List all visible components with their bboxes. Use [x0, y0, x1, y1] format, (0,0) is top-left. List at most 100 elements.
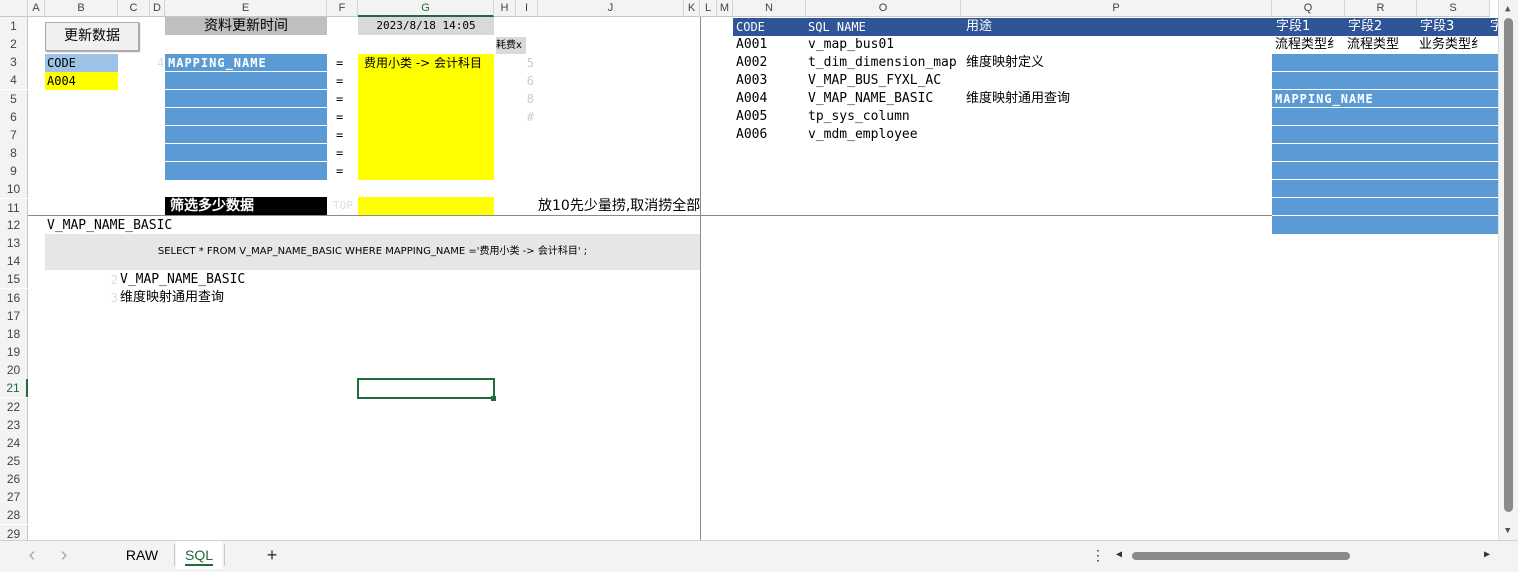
- column-header-l[interactable]: L: [700, 0, 717, 17]
- code-value-cell[interactable]: A004: [45, 72, 118, 90]
- table-cell-code[interactable]: A003: [736, 72, 767, 90]
- row-header-8[interactable]: 8: [0, 144, 28, 163]
- table-cell-purpose[interactable]: 维度映射通用查询: [966, 90, 1070, 108]
- equals-sign: =: [336, 128, 344, 142]
- row-header-5[interactable]: 5: [0, 89, 28, 108]
- scroll-left-icon[interactable]: ◀: [1116, 549, 1122, 560]
- column-header-m[interactable]: M: [717, 0, 733, 17]
- tab-sql-label: SQL: [184, 547, 213, 563]
- scroll-down-icon[interactable]: ▼: [1505, 526, 1510, 536]
- row-header-2[interactable]: 2: [0, 35, 28, 54]
- field1-value: 流程类型纟: [1275, 37, 1341, 52]
- tab-prev-icon[interactable]: ‹: [22, 541, 42, 569]
- column-header-c[interactable]: C: [118, 0, 150, 17]
- column-header-d[interactable]: D: [150, 0, 165, 17]
- row-header-20[interactable]: 20: [0, 361, 28, 380]
- column-header-b[interactable]: B: [45, 0, 118, 17]
- table-cell-code[interactable]: A002: [736, 54, 767, 72]
- column-header-o[interactable]: O: [806, 0, 961, 17]
- horizontal-scrollbar[interactable]: ◀ ▶: [1112, 544, 1498, 568]
- row-header-22[interactable]: 22: [0, 397, 28, 416]
- view-name: V_MAP_NAME_BASIC: [47, 218, 173, 233]
- filter-value-block[interactable]: 费用小类 -> 会计科目: [358, 54, 494, 180]
- pane-split-vertical[interactable]: [700, 17, 701, 540]
- table-cell-purpose[interactable]: 维度映射定义: [966, 54, 1044, 72]
- column-header-r[interactable]: R: [1345, 0, 1417, 17]
- row-header-1[interactable]: 1: [0, 17, 28, 35]
- update-data-button[interactable]: 更新数据: [45, 22, 139, 51]
- table-cell-code[interactable]: A005: [736, 108, 767, 126]
- equals-sign: =: [336, 56, 344, 70]
- vertical-scroll-thumb[interactable]: [1504, 18, 1513, 512]
- select-all-corner[interactable]: [0, 0, 28, 17]
- row-header-27[interactable]: 27: [0, 488, 28, 507]
- tab-next-icon[interactable]: ›: [54, 541, 74, 569]
- row-header-25[interactable]: 25: [0, 451, 28, 470]
- faint-index: 4: [156, 56, 164, 70]
- row-header-13[interactable]: 13: [0, 234, 28, 253]
- row-header-6[interactable]: 6: [0, 107, 28, 126]
- table-cell-sql-name[interactable]: tp_sys_column: [808, 108, 910, 126]
- column-header-f[interactable]: F: [327, 0, 358, 17]
- fill-handle[interactable]: [491, 396, 496, 401]
- column-header-h[interactable]: H: [494, 0, 516, 17]
- scroll-right-icon[interactable]: ▶: [1484, 549, 1490, 560]
- column-header-k[interactable]: K: [684, 0, 700, 17]
- table-cell-sql-name[interactable]: V_MAP_BUS_FYXL_AC: [808, 72, 941, 90]
- row-header-3[interactable]: 3: [0, 53, 28, 72]
- table-cell-sql-name[interactable]: V_MAP_NAME_BASIC: [808, 90, 933, 108]
- table-cell-code[interactable]: A006: [736, 126, 767, 144]
- faint-index: 5: [526, 56, 534, 70]
- top-count-input[interactable]: [358, 197, 494, 215]
- table-cell-code[interactable]: A001: [736, 36, 767, 54]
- column-header-n[interactable]: N: [733, 0, 806, 17]
- row-header-4[interactable]: 4: [0, 71, 28, 90]
- row-header-9[interactable]: 9: [0, 162, 28, 181]
- row-header-7[interactable]: 7: [0, 125, 28, 144]
- column-header-g[interactable]: G: [358, 0, 494, 17]
- tab-sql[interactable]: SQL: [176, 541, 222, 569]
- column-header-q[interactable]: Q: [1272, 0, 1345, 17]
- row-header-10[interactable]: 10: [0, 180, 28, 199]
- table-cell-code[interactable]: A004: [736, 90, 767, 108]
- filter-field-block[interactable]: MAPPING_NAME: [165, 54, 327, 180]
- scroll-up-icon[interactable]: ▲: [1505, 4, 1510, 14]
- vertical-scrollbar[interactable]: ▲ ▼: [1498, 0, 1518, 540]
- table-cell-sql-name[interactable]: v_mdm_employee: [808, 126, 918, 144]
- column-header-j[interactable]: J: [538, 0, 684, 17]
- sql-text-box[interactable]: SELECT * FROM V_MAP_NAME_BASIC WHERE MAP…: [45, 234, 700, 270]
- equals-sign: =: [336, 92, 344, 106]
- row-header-28[interactable]: 28: [0, 506, 28, 525]
- table-header-code: CODE: [736, 20, 765, 34]
- column-header-s[interactable]: S: [1417, 0, 1490, 17]
- top-count-note: 放10先少量捞,取消捞全部: [538, 198, 701, 214]
- horizontal-scroll-thumb[interactable]: [1132, 552, 1350, 560]
- column-header-a[interactable]: A: [28, 0, 45, 17]
- field3-value: 业务类型纟: [1419, 37, 1485, 52]
- row-header-18[interactable]: 18: [0, 324, 28, 343]
- table-header-field4: 字: [1490, 19, 1498, 34]
- row-header-14[interactable]: 14: [0, 252, 28, 271]
- row-header-26[interactable]: 26: [0, 470, 28, 489]
- selected-cell[interactable]: [357, 378, 495, 399]
- row-header-23[interactable]: 23: [0, 415, 28, 434]
- row-header-17[interactable]: 17: [0, 306, 28, 325]
- table-cell-sql-name[interactable]: t_dim_dimension_map: [808, 54, 957, 72]
- table-header-field3: 字段3: [1420, 19, 1455, 34]
- tab-raw[interactable]: RAW: [118, 541, 166, 569]
- row-header-15[interactable]: 15: [0, 270, 28, 289]
- row-header-11[interactable]: 11: [0, 198, 28, 217]
- row-header-24[interactable]: 24: [0, 433, 28, 452]
- column-header-p[interactable]: P: [961, 0, 1272, 17]
- row-header-21[interactable]: 21: [0, 379, 28, 398]
- more-options-icon[interactable]: ⋮: [1090, 541, 1106, 569]
- table-cell-sql-name[interactable]: v_map_bus01: [808, 36, 894, 54]
- add-sheet-button[interactable]: +: [260, 541, 284, 569]
- row-header-12[interactable]: 12: [0, 216, 28, 234]
- row-header-19[interactable]: 19: [0, 343, 28, 362]
- row-header-16[interactable]: 16: [0, 288, 28, 307]
- column-header-e[interactable]: E: [165, 0, 327, 17]
- column-header-i[interactable]: I: [516, 0, 538, 17]
- field-blue-block[interactable]: MAPPING_NAME: [1272, 54, 1498, 234]
- elapsed-label: 耗费x: [496, 37, 526, 54]
